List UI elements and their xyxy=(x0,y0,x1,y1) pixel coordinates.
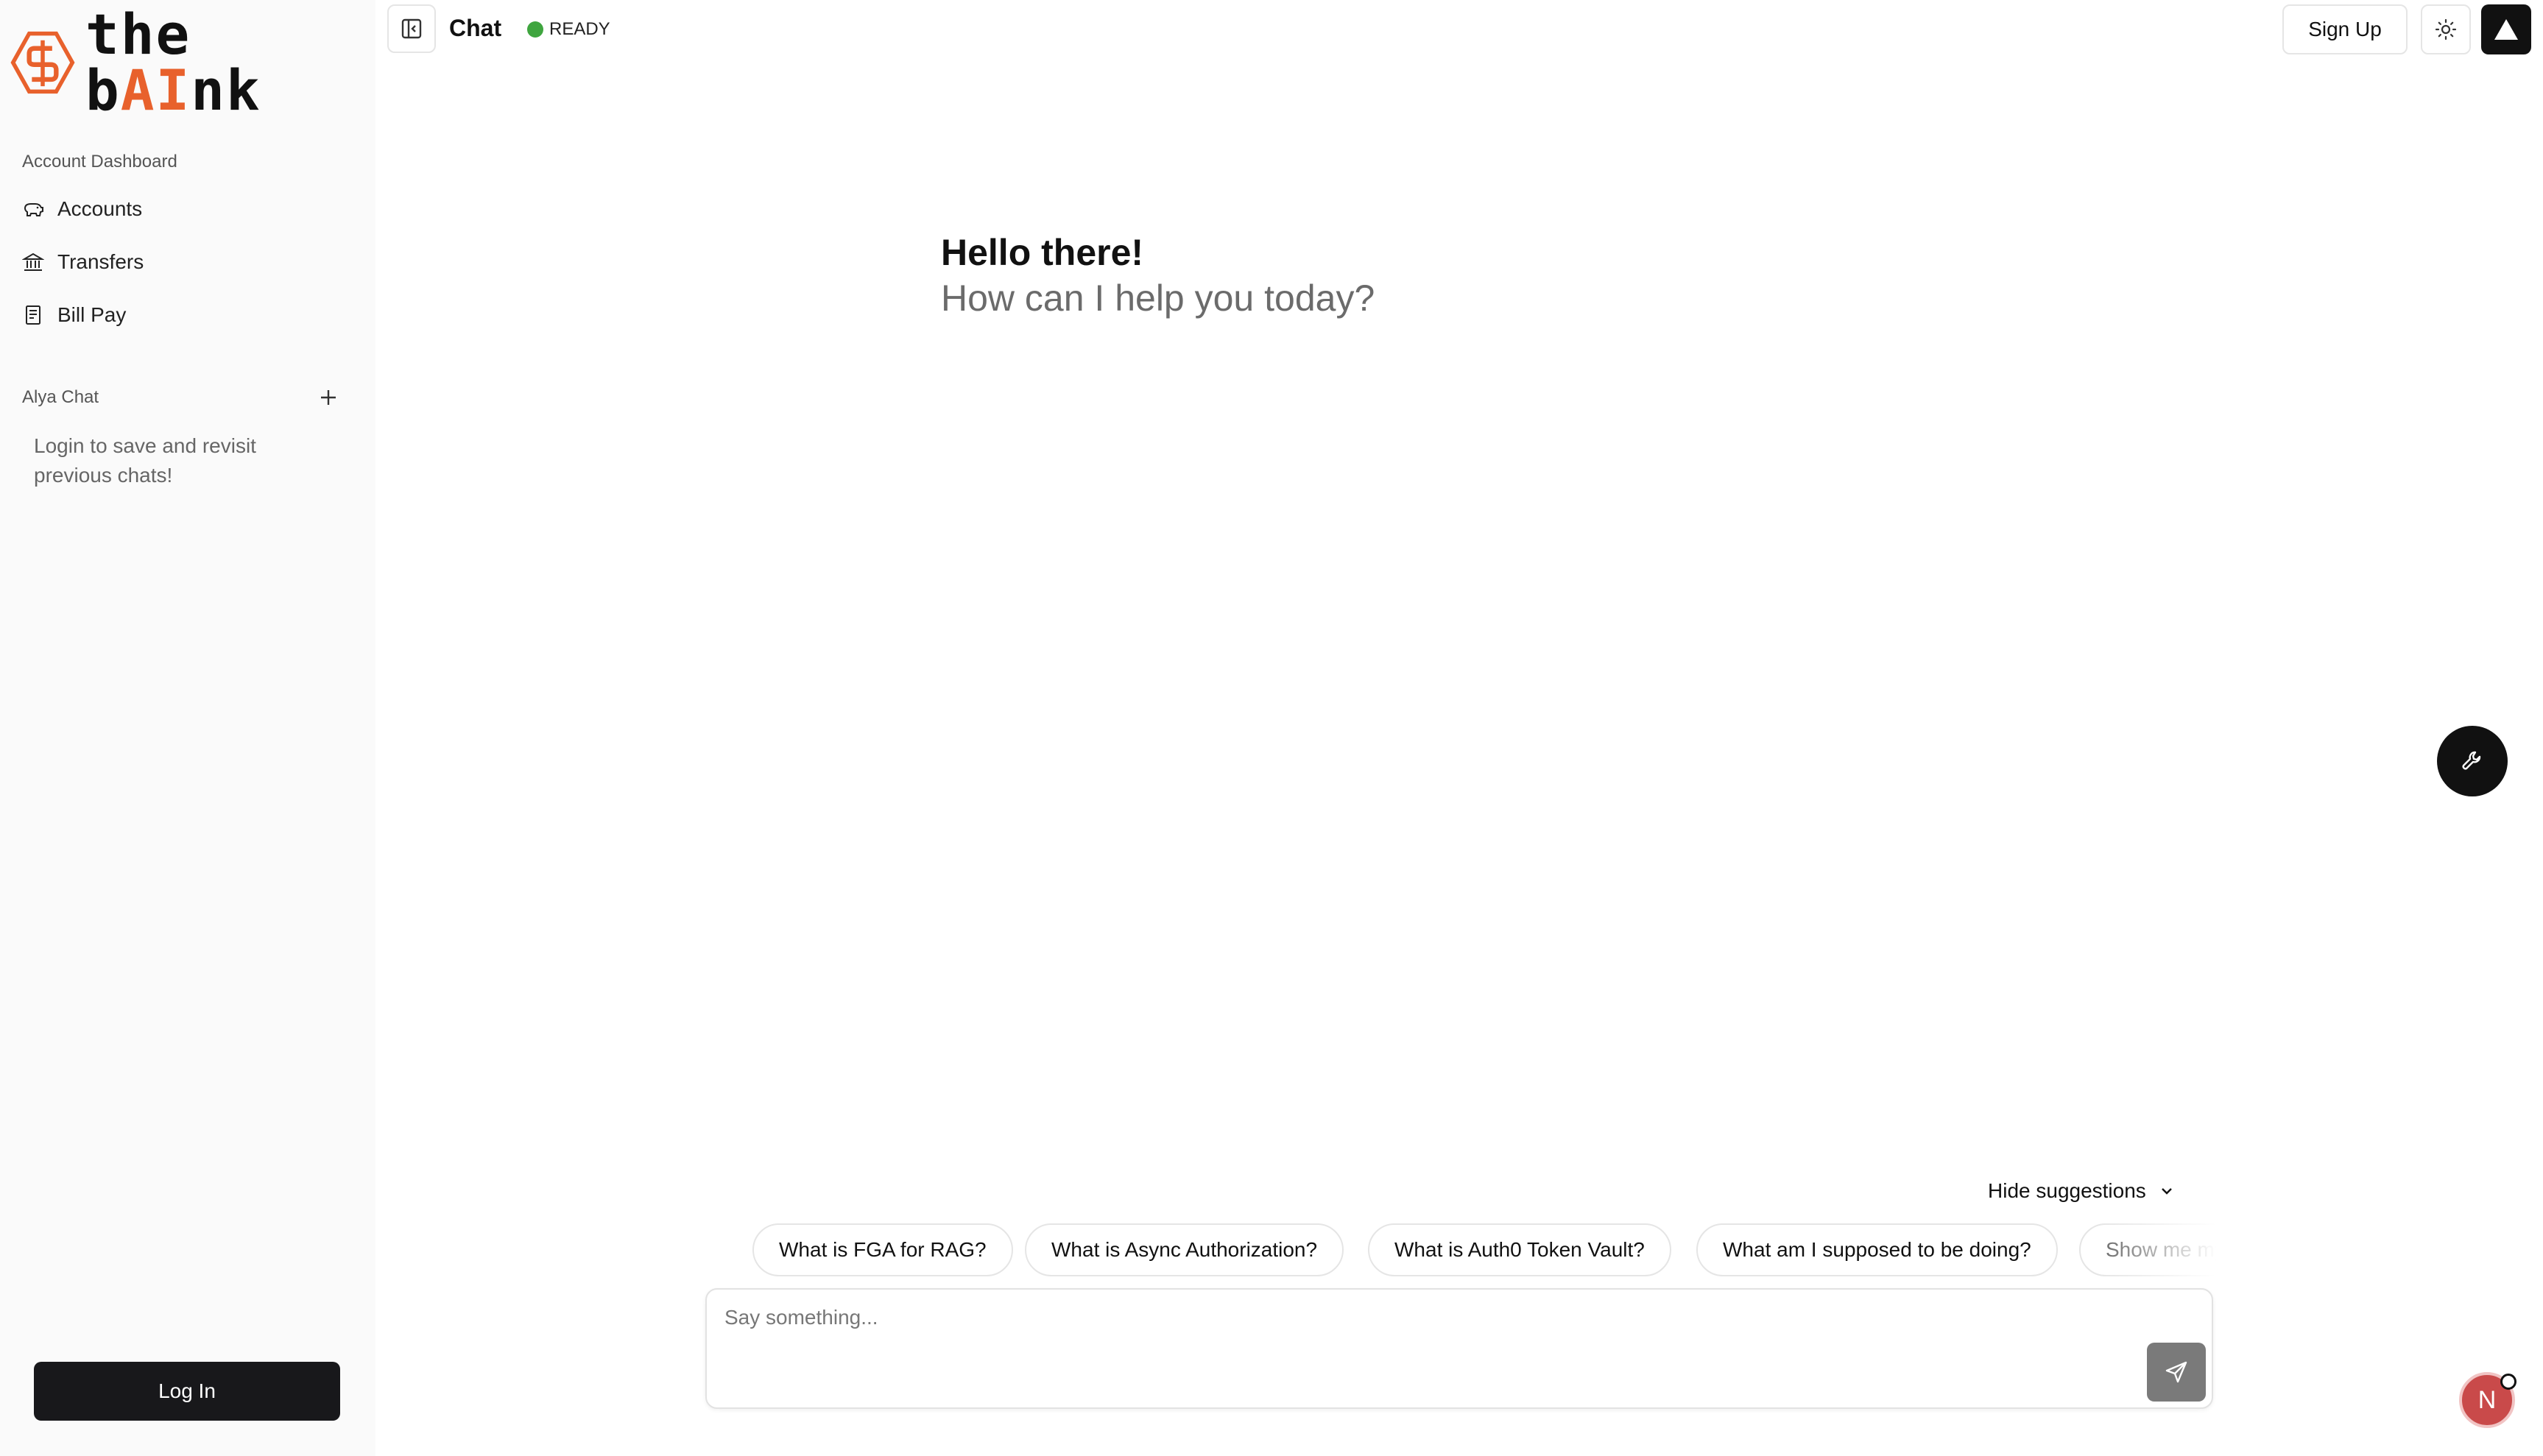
chat-composer xyxy=(705,1288,2213,1409)
chevron-down-icon xyxy=(2161,1188,2172,1195)
login-hint-text: Login to save and revisit previous chats… xyxy=(34,434,256,487)
greeting-subtitle: How can I help you today? xyxy=(941,278,1375,319)
page-title: Chat xyxy=(449,15,502,41)
bank-icon xyxy=(22,252,44,271)
logo-mark-icon xyxy=(10,31,75,94)
sun-icon xyxy=(2435,18,2457,40)
wrench-icon xyxy=(2462,751,2481,770)
sidebar-item-accounts[interactable]: Accounts xyxy=(22,188,142,230)
status-badge: READY xyxy=(527,19,610,40)
deploy-button[interactable] xyxy=(2481,4,2531,54)
triangle-logo-icon xyxy=(2494,19,2518,40)
section-label-dashboard: Account Dashboard xyxy=(22,152,177,172)
suggestion-chip[interactable]: Show me my accounts xyxy=(2079,1223,2216,1276)
status-dot-icon xyxy=(527,21,543,38)
send-icon xyxy=(2165,1361,2187,1383)
sidebar-toggle-icon xyxy=(401,18,422,39)
hide-suggestions-toggle[interactable]: Hide suggestions xyxy=(1988,1179,2176,1203)
brand-logo[interactable]: the bAInk xyxy=(10,7,375,119)
theme-toggle-button[interactable] xyxy=(2421,4,2471,54)
tools-button[interactable] xyxy=(2437,726,2508,796)
sidebar-item-label: Transfers xyxy=(57,250,144,273)
suggestion-chips: What is FGA for RAG? What is Async Autho… xyxy=(751,1222,2216,1279)
sidebar-item-label: Accounts xyxy=(57,197,143,220)
status-text: READY xyxy=(549,19,610,39)
suggestion-chip[interactable]: What is FGA for RAG? xyxy=(752,1223,1013,1276)
hide-suggestions-label: Hide suggestions xyxy=(1988,1179,2146,1202)
suggestion-chip[interactable]: What is Auth0 Token Vault? xyxy=(1368,1223,1671,1276)
sidebar: the bAInk Account Dashboard Accounts Tra… xyxy=(0,0,375,1456)
send-button[interactable] xyxy=(2147,1343,2206,1402)
suggestion-chip[interactable]: What am I supposed to be doing? xyxy=(1696,1223,2058,1276)
piggy-bank-icon xyxy=(24,203,43,216)
login-button[interactable]: Log In xyxy=(34,1362,340,1421)
plus-icon xyxy=(321,390,336,405)
sidebar-item-bill-pay[interactable]: Bill Pay xyxy=(22,294,126,336)
suggestion-chip[interactable]: What is Async Authorization? xyxy=(1025,1223,1344,1276)
brand-wordmark: the bAInk xyxy=(85,1,261,123)
sidebar-item-label: Bill Pay xyxy=(57,303,127,326)
greeting-title: Hello there! xyxy=(941,232,1144,273)
notification-dot xyxy=(2500,1374,2516,1390)
section-label-chat: Alya Chat xyxy=(22,387,99,407)
chat-input[interactable] xyxy=(724,1303,2109,1332)
sign-up-button[interactable]: Sign Up xyxy=(2282,4,2408,54)
sidebar-toggle-button[interactable] xyxy=(387,4,436,53)
sidebar-item-transfers[interactable]: Transfers xyxy=(22,241,144,283)
new-chat-button[interactable] xyxy=(314,383,343,412)
receipt-icon xyxy=(26,305,40,325)
